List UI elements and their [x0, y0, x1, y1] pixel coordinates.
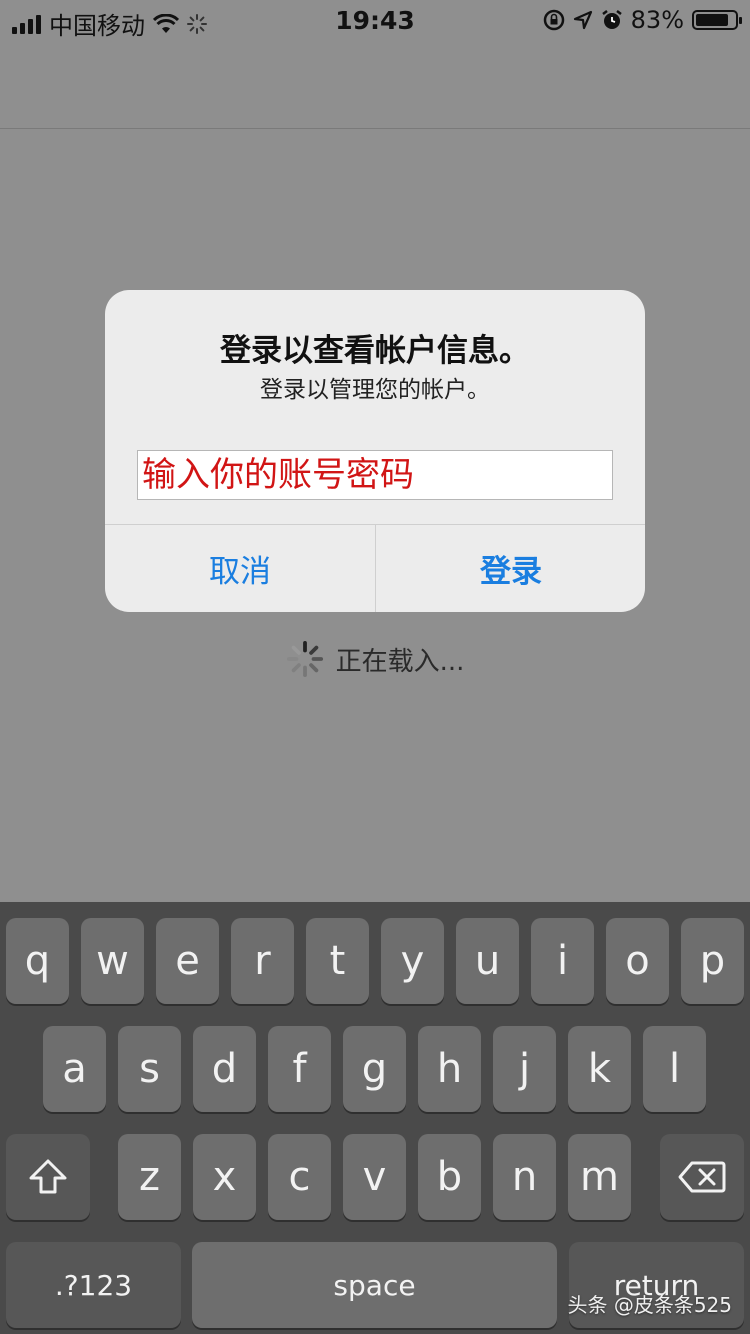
status-right: 83% [543, 6, 742, 34]
key-z[interactable]: z [118, 1134, 181, 1220]
navbar-divider [0, 128, 750, 129]
loading-text: 正在载入... [335, 646, 465, 677]
key-l[interactable]: l [643, 1026, 706, 1112]
key-w[interactable]: w [81, 918, 144, 1004]
watermark-text: 头条 @皮条条525 [567, 1293, 732, 1317]
shift-icon [29, 1159, 67, 1194]
backspace-icon [678, 1161, 726, 1193]
location-arrow-icon [573, 10, 592, 30]
login-alert: 登录以查看帐户信息。 登录以管理您的帐户。 输入你的账号密码 取消 登录 [105, 290, 645, 612]
key-i[interactable]: i [531, 918, 594, 1004]
key-x[interactable]: x [193, 1134, 256, 1220]
loading-spinner-icon [286, 640, 323, 678]
battery-icon [692, 10, 742, 30]
space-key[interactable]: space [192, 1242, 557, 1328]
numbers-key[interactable]: .?123 [6, 1242, 181, 1328]
status-bar: 中国移动 19:43 83% [0, 0, 750, 40]
key-k[interactable]: k [568, 1026, 631, 1112]
key-p[interactable]: p [681, 918, 744, 1004]
key-b[interactable]: b [418, 1134, 481, 1220]
cancel-button[interactable]: 取消 [105, 525, 375, 612]
key-d[interactable]: d [193, 1026, 256, 1112]
key-o[interactable]: o [606, 918, 669, 1004]
key-s[interactable]: s [118, 1026, 181, 1112]
key-v[interactable]: v [343, 1134, 406, 1220]
alert-title: 登录以查看帐户信息。 [220, 333, 530, 369]
key-u[interactable]: u [456, 918, 519, 1004]
alert-message: 登录以管理您的帐户。 [260, 377, 490, 403]
login-button[interactable]: 登录 [376, 525, 645, 612]
key-c[interactable]: c [268, 1134, 331, 1220]
shift-key[interactable] [6, 1134, 90, 1220]
rotation-lock-icon [543, 9, 564, 31]
loading-indicator: 正在载入... [0, 640, 750, 678]
key-e[interactable]: e [156, 918, 219, 1004]
key-y[interactable]: y [381, 918, 444, 1004]
key-q[interactable]: q [6, 918, 69, 1004]
alarm-icon [601, 10, 622, 29]
key-t[interactable]: t [306, 918, 369, 1004]
key-r[interactable]: r [231, 918, 294, 1004]
key-n[interactable]: n [493, 1134, 556, 1220]
battery-fill [696, 14, 728, 26]
key-g[interactable]: g [343, 1026, 406, 1112]
key-j[interactable]: j [493, 1026, 556, 1112]
key-a[interactable]: a [43, 1026, 106, 1112]
delete-key[interactable] [660, 1134, 744, 1220]
credential-input[interactable]: 输入你的账号密码 [137, 450, 613, 500]
key-h[interactable]: h [418, 1026, 481, 1112]
keyboard: .?123 space return qwertyuiopasdfghjklzx… [0, 902, 750, 1334]
battery-percent: 83% [630, 6, 684, 34]
key-f[interactable]: f [268, 1026, 331, 1112]
key-m[interactable]: m [568, 1134, 631, 1220]
credential-input-value: 输入你的账号密码 [142, 455, 414, 495]
